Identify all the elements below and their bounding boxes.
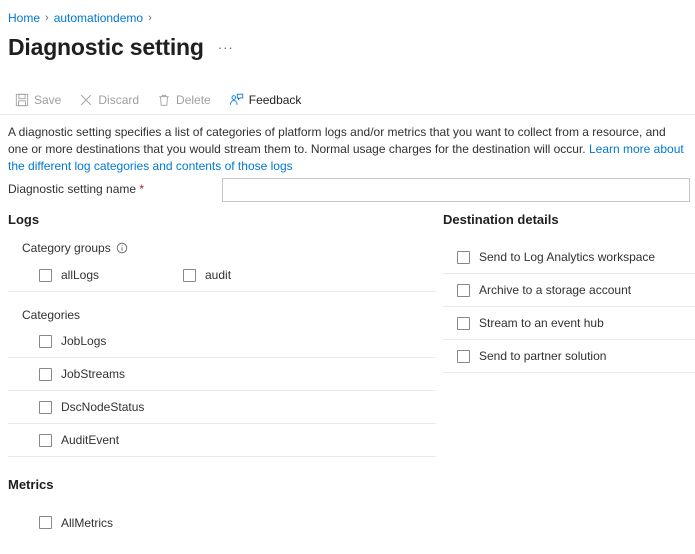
checkbox-event-hub[interactable]: Stream to an event hub xyxy=(443,316,604,330)
checkbox-auditevent[interactable]: AuditEvent xyxy=(8,433,119,447)
log-analytics-checkbox[interactable] xyxy=(457,251,470,264)
diagnostic-setting-name-input[interactable] xyxy=(222,178,690,202)
partner-solution-label: Send to partner solution xyxy=(479,349,606,363)
table-row: Send to Log Analytics workspace xyxy=(443,241,695,274)
joblogs-label: JobLogs xyxy=(61,334,106,348)
joblogs-checkbox[interactable] xyxy=(39,335,52,348)
breadcrumb: Home › automationdemo › xyxy=(8,10,152,26)
diagnostic-setting-blade: Home › automationdemo › Diagnostic setti… xyxy=(0,0,695,554)
breadcrumb-item-home[interactable]: Home xyxy=(8,10,40,26)
jobstreams-checkbox[interactable] xyxy=(39,368,52,381)
storage-account-checkbox[interactable] xyxy=(457,284,470,297)
table-row: AuditEvent xyxy=(8,424,436,457)
description-text: A diagnostic setting specifies a list of… xyxy=(8,124,686,175)
category-groups-row: allLogs audit xyxy=(8,259,436,292)
name-label-text: Diagnostic setting name xyxy=(8,182,136,196)
audit-checkbox[interactable] xyxy=(183,269,196,282)
save-icon xyxy=(15,93,29,107)
delete-button[interactable]: Delete xyxy=(148,88,220,112)
metrics-heading: Metrics xyxy=(8,477,436,492)
checkbox-dscnodestatus[interactable]: DscNodeStatus xyxy=(8,400,144,414)
title-row: Diagnostic setting ··· xyxy=(8,32,234,62)
discard-icon xyxy=(79,93,93,107)
metrics-section: Metrics AllMetrics xyxy=(8,477,436,539)
event-hub-label: Stream to an event hub xyxy=(479,316,604,330)
auditevent-checkbox[interactable] xyxy=(39,434,52,447)
checkbox-joblogs[interactable]: JobLogs xyxy=(8,334,106,348)
dscnodestatus-checkbox[interactable] xyxy=(39,401,52,414)
feedback-icon xyxy=(229,93,244,107)
auditevent-label: AuditEvent xyxy=(61,433,119,447)
discard-label: Discard xyxy=(98,93,139,107)
table-row: DscNodeStatus xyxy=(8,391,436,424)
destination-details-heading: Destination details xyxy=(443,212,695,227)
save-button[interactable]: Save xyxy=(6,88,70,112)
audit-label: audit xyxy=(205,268,231,282)
partner-solution-checkbox[interactable] xyxy=(457,350,470,363)
delete-label: Delete xyxy=(176,93,211,107)
command-bar-divider xyxy=(0,114,695,115)
category-groups-label: Category groups xyxy=(22,241,436,255)
checkbox-storage-account[interactable]: Archive to a storage account xyxy=(443,283,631,297)
allmetrics-checkbox[interactable] xyxy=(39,516,52,529)
breadcrumb-separator-icon-2: › xyxy=(148,10,152,26)
storage-account-label: Archive to a storage account xyxy=(479,283,631,297)
checkbox-alllogs[interactable]: allLogs xyxy=(8,268,183,282)
delete-icon xyxy=(157,93,171,107)
page-title: Diagnostic setting xyxy=(8,32,204,62)
logs-heading: Logs xyxy=(8,212,436,227)
event-hub-checkbox[interactable] xyxy=(457,317,470,330)
breadcrumb-item-automationdemo[interactable]: automationdemo xyxy=(54,10,143,26)
log-analytics-label: Send to Log Analytics workspace xyxy=(479,250,655,264)
diagnostic-setting-name-label: Diagnostic setting name * xyxy=(8,182,144,196)
checkbox-partner-solution[interactable]: Send to partner solution xyxy=(443,349,606,363)
table-row: JobStreams xyxy=(8,358,436,391)
breadcrumb-separator-icon: › xyxy=(45,10,49,26)
diagnostic-setting-name-row: Diagnostic setting name * xyxy=(8,178,690,202)
dscnodestatus-label: DscNodeStatus xyxy=(61,400,144,414)
description-body: A diagnostic setting specifies a list of… xyxy=(8,125,666,156)
checkbox-jobstreams[interactable]: JobStreams xyxy=(8,367,125,381)
table-row: JobLogs xyxy=(8,325,436,358)
info-circle-icon[interactable] xyxy=(116,242,128,254)
feedback-button[interactable]: Feedback xyxy=(220,88,311,112)
alllogs-label: allLogs xyxy=(61,268,99,282)
logs-column: Logs Category groups allLogs audit Categ xyxy=(8,212,436,539)
table-row: Stream to an event hub xyxy=(443,307,695,340)
feedback-label: Feedback xyxy=(249,93,302,107)
more-options-icon[interactable]: ··· xyxy=(218,40,234,55)
jobstreams-label: JobStreams xyxy=(61,367,125,381)
discard-button[interactable]: Discard xyxy=(70,88,148,112)
categories-label: Categories xyxy=(22,308,436,322)
table-row: Send to partner solution xyxy=(443,340,695,373)
checkbox-allmetrics[interactable]: AllMetrics xyxy=(8,516,113,530)
command-bar: Save Discard Delete xyxy=(6,88,310,112)
checkbox-audit[interactable]: audit xyxy=(183,268,358,282)
checkbox-log-analytics[interactable]: Send to Log Analytics workspace xyxy=(443,250,655,264)
save-label: Save xyxy=(34,93,61,107)
table-row: AllMetrics xyxy=(8,506,436,539)
required-indicator: * xyxy=(139,182,144,196)
destination-details-column: Destination details Send to Log Analytic… xyxy=(443,212,695,373)
alllogs-checkbox[interactable] xyxy=(39,269,52,282)
table-row: Archive to a storage account xyxy=(443,274,695,307)
allmetrics-label: AllMetrics xyxy=(61,516,113,530)
category-groups-text: Category groups xyxy=(22,241,111,255)
